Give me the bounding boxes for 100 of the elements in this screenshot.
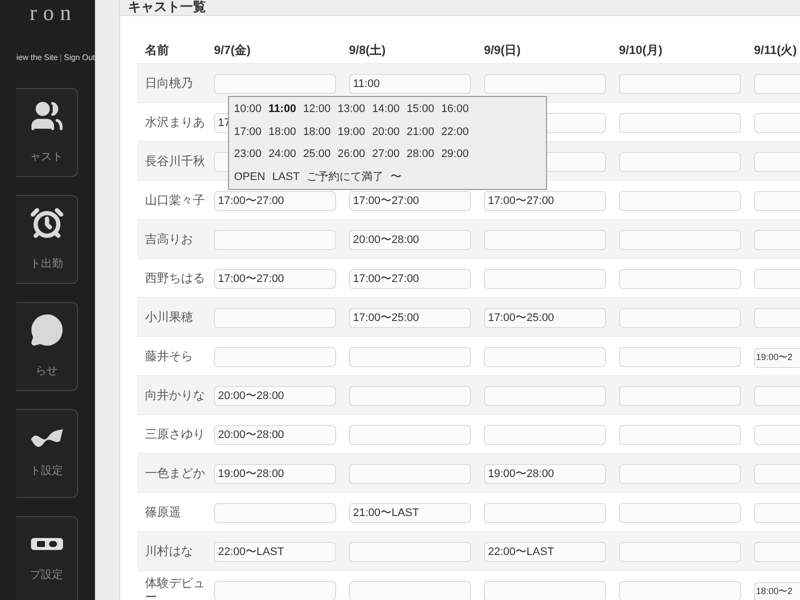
time-input[interactable]: 20:00〜28:00 <box>214 386 336 406</box>
time-option[interactable]: OPEN <box>234 168 266 185</box>
time-input[interactable] <box>349 581 471 600</box>
time-input[interactable] <box>619 347 741 367</box>
cast-name: 長谷川千秋 <box>145 154 206 168</box>
time-input[interactable] <box>619 152 741 172</box>
cast-name: 山口棠々子 <box>145 193 206 207</box>
time-option[interactable]: 20:00 <box>372 124 400 140</box>
time-input[interactable] <box>619 386 741 406</box>
time-input[interactable] <box>349 386 471 406</box>
time-input[interactable] <box>484 581 606 600</box>
time-option[interactable]: 13:00 <box>338 101 366 118</box>
time-input[interactable] <box>214 230 336 250</box>
time-input[interactable]: 18:00〜2 <box>754 582 800 600</box>
time-input[interactable]: 17:00〜27:00 <box>214 268 336 288</box>
time-option[interactable]: 11:00 <box>268 101 296 118</box>
time-input[interactable] <box>484 386 606 406</box>
cast-name: 一色まどか <box>145 466 206 480</box>
time-input[interactable] <box>214 581 336 600</box>
time-input[interactable] <box>619 581 741 600</box>
nav-button[interactable]: プ設定 <box>16 516 78 600</box>
plate-icon <box>30 537 64 552</box>
time-input[interactable] <box>619 425 741 445</box>
time-option[interactable]: 27:00 <box>372 146 400 162</box>
time-option[interactable]: 24:00 <box>268 146 296 162</box>
time-option[interactable]: 16:00 <box>441 101 469 118</box>
column-header: 名前 <box>144 42 170 59</box>
nav-button[interactable]: ャスト <box>16 88 78 177</box>
time-input[interactable]: 22:00〜LAST <box>214 542 336 562</box>
time-input[interactable] <box>349 464 471 484</box>
time-option[interactable]: 18:00 <box>268 124 296 140</box>
time-input[interactable]: 20:00〜28:00 <box>214 424 336 444</box>
sign-out-link[interactable]: Sign Out <box>64 52 95 64</box>
time-input[interactable] <box>619 269 741 289</box>
time-input[interactable]: 17:00〜27:00 <box>214 190 336 210</box>
time-input[interactable]: 19:00〜28:00 <box>214 464 336 484</box>
time-option[interactable]: 15:00 <box>406 101 434 118</box>
time-option[interactable]: 26:00 <box>338 146 366 162</box>
time-input[interactable]: 19:00〜2 <box>754 348 800 368</box>
time-input[interactable] <box>619 308 741 328</box>
time-option[interactable]: 19:00 <box>338 124 366 140</box>
time-input[interactable] <box>484 347 606 367</box>
time-input[interactable] <box>214 347 336 367</box>
time-option[interactable]: 〜 <box>390 168 402 185</box>
time-input[interactable]: 19:00〜28:00 <box>484 464 606 484</box>
time-option[interactable]: 17:00 <box>234 124 262 140</box>
nav-button[interactable]: らせ <box>16 302 78 391</box>
time-input[interactable] <box>619 464 741 484</box>
cast-name: 三原さゆり <box>145 427 206 441</box>
cast-name: 体験デビュー <box>145 576 206 600</box>
time-input[interactable]: 21:00〜LAST <box>349 502 471 522</box>
time-option[interactable]: 12:00 <box>303 101 331 118</box>
panel-title: キャスト一覧 <box>128 0 206 13</box>
time-option[interactable]: 10:00 <box>234 101 262 118</box>
time-input[interactable] <box>484 230 606 250</box>
nav-button[interactable]: ト設定 <box>16 409 78 498</box>
time-option[interactable]: 25:00 <box>303 146 331 162</box>
time-option[interactable]: 28:00 <box>406 146 434 162</box>
time-input[interactable]: 17:00〜25:00 <box>484 308 606 328</box>
column-header: 9/9(日) <box>484 42 522 59</box>
time-input[interactable] <box>484 503 606 523</box>
time-input[interactable] <box>349 425 471 445</box>
time-input[interactable] <box>619 542 741 562</box>
time-input[interactable] <box>484 74 606 94</box>
time-input[interactable] <box>484 425 606 445</box>
time-option[interactable]: 18:00 <box>303 124 331 140</box>
time-input[interactable]: 22:00〜LAST <box>484 542 606 562</box>
time-input[interactable] <box>214 308 336 328</box>
time-input[interactable]: 17:00〜27:00 <box>484 190 606 210</box>
time-option[interactable]: 21:00 <box>406 124 434 140</box>
time-input[interactable] <box>619 230 741 250</box>
cast-name: 向井かりな <box>145 388 206 402</box>
time-option[interactable]: 22:00 <box>441 124 469 140</box>
time-input[interactable] <box>619 74 741 94</box>
time-input[interactable]: 17:00〜27:00 <box>349 190 471 210</box>
time-input[interactable] <box>484 269 606 289</box>
time-input[interactable] <box>349 347 471 367</box>
link-separator: | <box>60 52 62 64</box>
cast-name: 藤井そら <box>145 349 194 363</box>
time-option[interactable]: 29:00 <box>441 146 469 162</box>
time-option[interactable]: ご予約にて満了 <box>306 168 384 185</box>
time-input[interactable] <box>619 503 741 523</box>
logo: ron <box>30 2 77 24</box>
nav-button[interactable]: ト出勤 <box>16 195 78 284</box>
time-input[interactable] <box>349 542 471 562</box>
cast-name: 小川果穂 <box>145 310 194 324</box>
time-input[interactable]: 17:00〜25:00 <box>349 308 471 328</box>
time-input[interactable] <box>619 113 741 133</box>
time-option[interactable]: LAST <box>272 168 300 185</box>
time-option[interactable]: 14:00 <box>372 101 400 118</box>
time-input[interactable]: 20:00〜28:00 <box>349 230 471 250</box>
time-input[interactable] <box>214 503 336 523</box>
alarm-clock-icon <box>30 206 64 240</box>
wave-icon <box>30 427 64 448</box>
time-option[interactable]: 23:00 <box>234 146 262 162</box>
time-input[interactable] <box>619 191 741 211</box>
time-input[interactable]: 11:00 <box>349 74 471 94</box>
time-input[interactable] <box>214 74 336 94</box>
time-input[interactable]: 17:00〜27:00 <box>349 268 471 288</box>
view-site-link[interactable]: iew the Site <box>16 52 58 64</box>
